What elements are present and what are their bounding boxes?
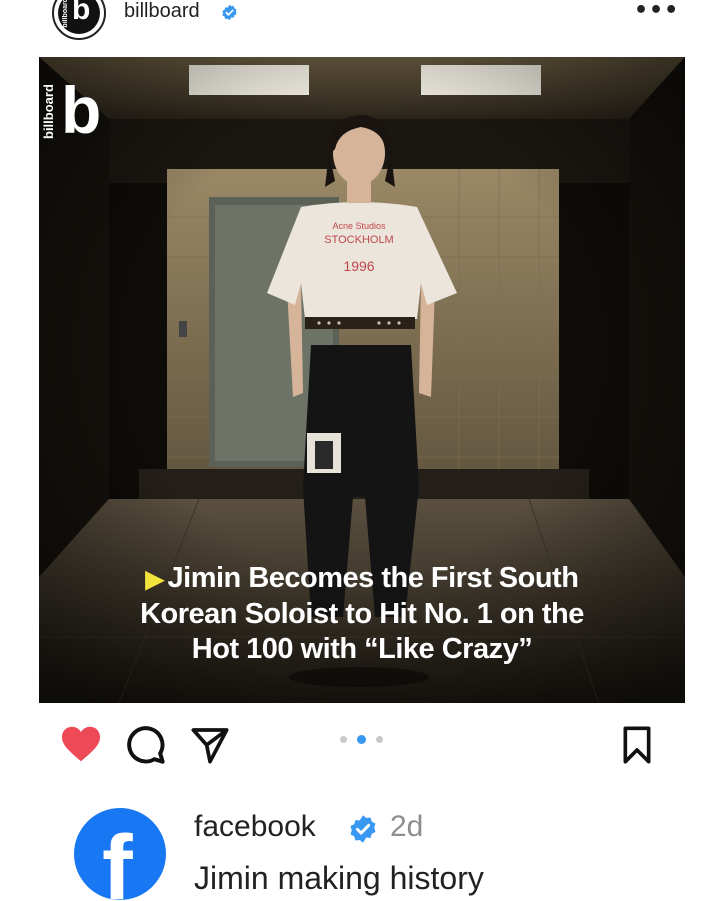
carousel-dot-active <box>357 735 366 744</box>
carousel-dot <box>376 736 383 743</box>
bookmark-icon[interactable] <box>618 725 656 765</box>
post-header: billboard b billboard ••• <box>0 0 720 40</box>
comment-username[interactable]: facebook <box>194 810 316 844</box>
verified-badge-icon <box>222 4 237 21</box>
headline-line-1: ▶ Jimin Becomes the First South <box>145 562 579 594</box>
facebook-f-icon: f <box>102 817 133 900</box>
headline-line-3: Hot 100 with “Like Crazy” <box>191 633 533 665</box>
headline-line-2: Korean Soloist to Hit No. 1 on the <box>140 598 584 630</box>
facebook-avatar[interactable]: f <box>74 808 166 900</box>
account-name[interactable]: billboard <box>124 0 200 23</box>
heart-filled-icon[interactable] <box>60 725 102 763</box>
carousel-dot <box>340 736 347 743</box>
comment-bubble-icon[interactable] <box>126 725 166 765</box>
comment-timestamp: 2d <box>390 810 424 843</box>
paper-plane-icon[interactable] <box>190 725 230 765</box>
play-triangle-icon: ▶ <box>145 566 164 593</box>
brand-letter: b <box>61 73 101 147</box>
post-image[interactable]: Acne Studios STOCKHOLM 1996 billboard b … <box>39 57 685 703</box>
account-avatar[interactable]: billboard b <box>52 0 106 40</box>
headline: ▶ Jimin Becomes the First South Korean So… <box>39 561 685 667</box>
verified-badge-icon <box>350 815 376 843</box>
avatar-letter: b <box>72 0 91 26</box>
avatar-wordmark: billboard <box>62 0 69 28</box>
brand-watermark-text: billboard <box>41 84 56 139</box>
more-options-icon[interactable]: ••• <box>634 0 679 22</box>
billboard-logo-overlay: billboard b <box>39 57 113 147</box>
comment-text: Jimin making history <box>194 860 484 896</box>
comment-row: f facebook 2d Jimin making history <box>0 800 720 901</box>
action-bar <box>0 715 720 767</box>
